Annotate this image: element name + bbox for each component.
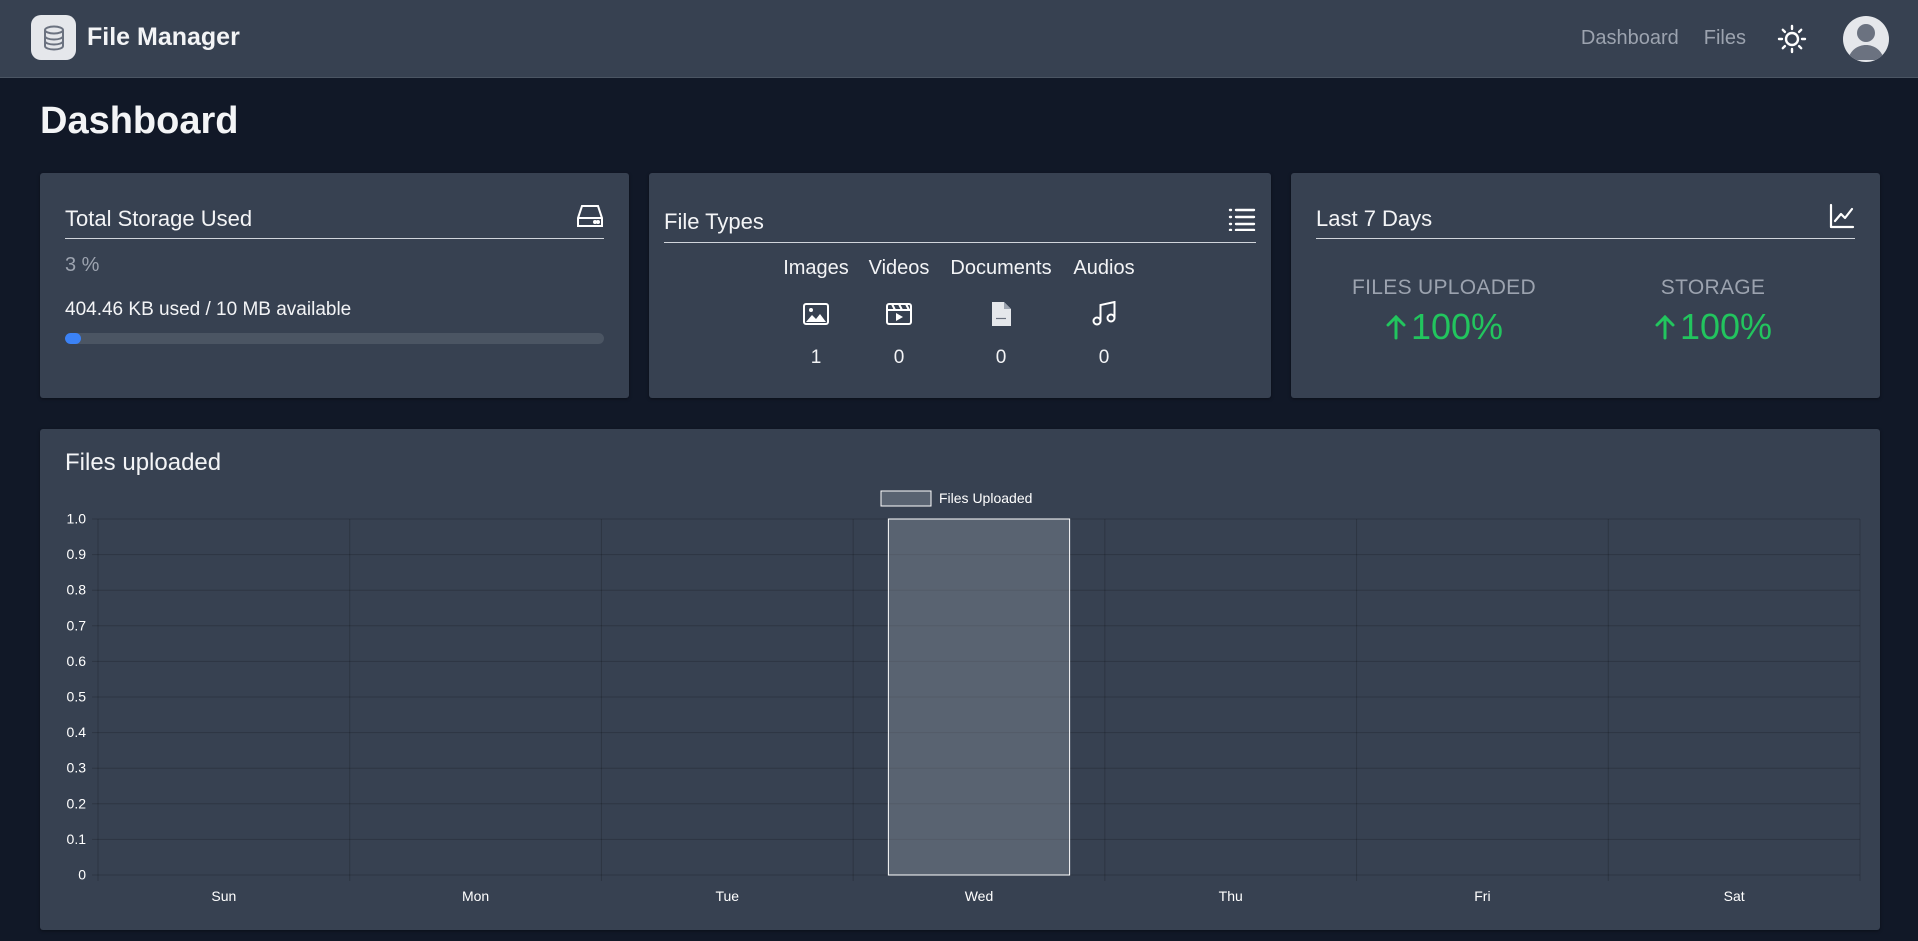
file-type-count: 1 [810, 347, 822, 368]
stat-value-text: 100% [1679, 306, 1773, 347]
file-types-card-header: File Types [664, 201, 1256, 243]
x-tick-label: Wed [965, 888, 994, 904]
y-tick-label: 0 [78, 867, 86, 883]
last-7-days-header: Last 7 Days [1316, 199, 1855, 239]
line-chart-icon [1829, 203, 1855, 234]
app-title: File Manager [87, 23, 240, 51]
stat-value-text: 100% [1410, 306, 1504, 347]
database-icon [31, 15, 76, 60]
file-type-count: 0 [995, 347, 1007, 368]
document-icon [987, 301, 1015, 327]
y-tick-label: 0.1 [67, 831, 87, 847]
nav-link-dashboard[interactable]: Dashboard [1581, 27, 1679, 50]
top-navbar: File Manager Dashboard Files [0, 0, 1918, 78]
stat-files-uploaded: FILES UPLOADED 100% [1324, 276, 1564, 348]
file-type-count: 0 [1098, 347, 1110, 368]
storage-progress-bar [65, 333, 604, 344]
storage-progress-fill [65, 333, 82, 344]
storage-percent: 3 % [65, 254, 100, 276]
files-uploaded-chart-card: Files uploaded 0 0.1 0.2 0.3 0.4 0.5 0.6 0.7 0.8… [40, 429, 1880, 930]
y-tick-label: 0.7 [67, 617, 87, 633]
file-type-audios: Audios 0 [1062, 257, 1146, 369]
y-tick-label: 0.6 [67, 653, 87, 669]
file-type-label: Audios [1073, 257, 1135, 279]
nav-link-files[interactable]: Files [1704, 27, 1746, 50]
x-tick-label: Tue [715, 888, 739, 904]
x-tick-label: Fri [1474, 888, 1490, 904]
y-tick-label: 0.9 [67, 546, 87, 562]
y-tick-label: 0.2 [67, 795, 87, 811]
legend-swatch [880, 490, 932, 507]
storage-card: Total Storage Used 3 % 404.46 KB used / … [40, 173, 629, 398]
y-tick-label: 0.8 [67, 582, 87, 598]
video-icon [885, 301, 913, 327]
x-tick-label: Mon [462, 888, 489, 904]
files-uploaded-chart: 0 0.1 0.2 0.3 0.4 0.5 0.6 0.7 0.8 0.9 1.0 Sun Mon Tue… [67, 490, 1861, 904]
file-type-label: Images [783, 257, 849, 279]
user-avatar[interactable] [1843, 16, 1889, 62]
storage-detail: 404.46 KB used / 10 MB available [65, 299, 352, 320]
file-types-grid: Images 1 Videos 0 Documents 0 Audios 0 [774, 257, 1146, 369]
y-tick-label: 0.3 [67, 760, 87, 776]
y-tick-label: 1.0 [67, 511, 87, 527]
bar [887, 518, 1071, 876]
stat-label: STORAGE [1660, 276, 1766, 299]
arrow-up-icon [1654, 314, 1676, 340]
file-types-card: File Types Images 1 Videos 0 Documents 0… [649, 173, 1271, 398]
hard-drive-icon [576, 203, 604, 234]
file-types-card-title: File Types [664, 208, 764, 234]
stat-value: 100% [1324, 306, 1564, 348]
x-tick-label: Sat [1724, 888, 1745, 904]
audio-icon [1090, 301, 1118, 327]
storage-card-title: Total Storage Used [65, 205, 253, 231]
file-type-videos: Videos 0 [858, 257, 940, 369]
storage-card-header: Total Storage Used [65, 199, 604, 239]
stat-value: 100% [1593, 306, 1833, 348]
sun-icon[interactable] [1777, 24, 1807, 54]
file-type-label: Videos [868, 257, 930, 279]
arrow-up-icon [1385, 314, 1407, 340]
x-tick-label: Sun [211, 888, 236, 904]
last-7-days-card: Last 7 Days FILES UPLOADED 100% STORAGE … [1291, 173, 1880, 398]
x-tick-label: Thu [1219, 888, 1243, 904]
page-title: Dashboard [40, 100, 239, 142]
y-tick-label: 0.4 [67, 724, 87, 740]
stat-label: FILES UPLOADED [1352, 276, 1536, 299]
legend-label: Files Uploaded [939, 490, 1032, 506]
file-type-images: Images 1 [774, 257, 858, 369]
file-type-label: Documents [950, 257, 1052, 279]
brand[interactable]: File Manager [31, 15, 240, 60]
y-tick-label: 0.5 [67, 689, 87, 705]
last-7-days-title: Last 7 Days [1316, 205, 1433, 231]
nav-links: Dashboard Files [1581, 27, 1746, 50]
stat-storage: STORAGE 100% [1593, 276, 1833, 348]
list-icon [1228, 207, 1256, 236]
file-type-documents: Documents 0 [940, 257, 1062, 369]
image-icon [802, 301, 830, 327]
file-type-count: 0 [893, 347, 905, 368]
